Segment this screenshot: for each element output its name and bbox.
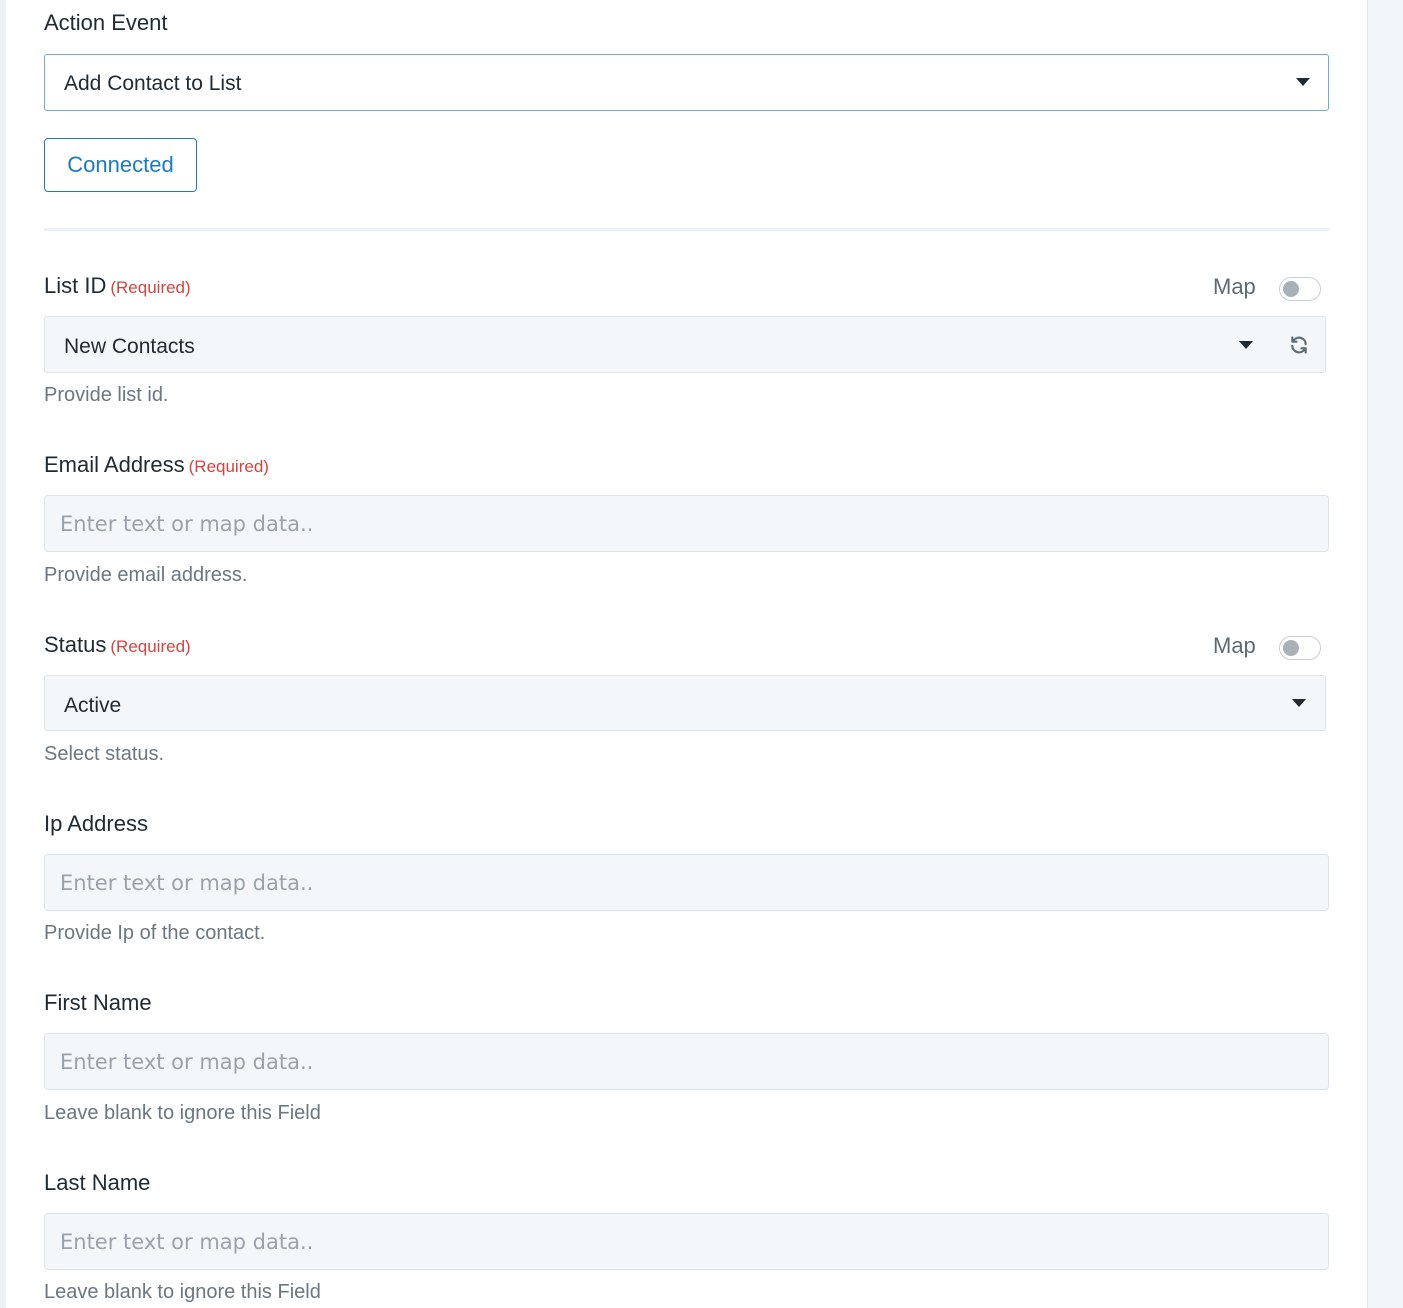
section-divider	[44, 228, 1329, 231]
right-gutter	[1368, 0, 1403, 1308]
list-id-map-label: Map	[1213, 274, 1256, 299]
required-marker: (Required)	[110, 278, 191, 297]
connected-button[interactable]: Connected	[44, 138, 197, 192]
list-id-select[interactable]: New Contacts	[44, 316, 1274, 373]
required-marker: (Required)	[188, 457, 269, 476]
status-selected: Active	[64, 694, 122, 717]
action-config-panel: Action Event Add Contact to List Connect…	[6, 0, 1368, 1308]
chevron-down-icon	[1292, 699, 1306, 707]
action-event-label: Action Event	[44, 10, 168, 35]
required-marker: (Required)	[110, 637, 191, 656]
ip-address-label: Ip Address	[44, 811, 148, 836]
email-help: Provide email address.	[44, 564, 248, 586]
ip-address-label-row: Ip Address	[44, 811, 148, 837]
last-name-label-row: Last Name	[44, 1170, 150, 1196]
last-name-label: Last Name	[44, 1170, 151, 1195]
first-name-label-row: First Name	[44, 990, 152, 1016]
list-id-map-toggle[interactable]	[1279, 277, 1321, 301]
list-id-label: List ID	[44, 273, 107, 298]
email-field[interactable]	[44, 495, 1329, 552]
toggle-knob	[1283, 640, 1299, 656]
first-name-label: First Name	[44, 990, 152, 1015]
last-name-field[interactable]	[44, 1213, 1329, 1270]
ip-address-help: Provide Ip of the contact.	[44, 922, 266, 944]
list-id-refresh-button[interactable]	[1273, 316, 1326, 373]
ip-address-field[interactable]	[44, 854, 1329, 911]
first-name-help: Leave blank to ignore this Field	[44, 1102, 321, 1124]
chevron-down-icon	[1296, 78, 1310, 86]
last-name-help: Leave blank to ignore this Field	[44, 1281, 321, 1303]
refresh-icon	[1291, 336, 1307, 354]
email-label-row: Email Address (Required)	[44, 452, 269, 478]
first-name-field[interactable]	[44, 1033, 1329, 1090]
status-label-row: Status (Required)	[44, 632, 191, 658]
toggle-knob	[1283, 281, 1299, 297]
list-id-help: Provide list id.	[44, 384, 169, 406]
status-map-label: Map	[1213, 633, 1256, 658]
status-select[interactable]: Active	[44, 675, 1326, 731]
action-event-select[interactable]: Add Contact to List	[44, 54, 1329, 111]
status-label: Status	[44, 632, 107, 657]
email-label: Email Address	[44, 452, 185, 477]
list-id-selected: New Contacts	[64, 335, 195, 358]
status-help: Select status.	[44, 743, 165, 765]
action-event-label-row: Action Event	[44, 10, 168, 36]
action-event-selected: Add Contact to List	[64, 72, 242, 95]
list-id-label-row: List ID (Required)	[44, 273, 191, 299]
chevron-down-icon	[1239, 341, 1253, 349]
status-map-toggle[interactable]	[1279, 636, 1321, 660]
